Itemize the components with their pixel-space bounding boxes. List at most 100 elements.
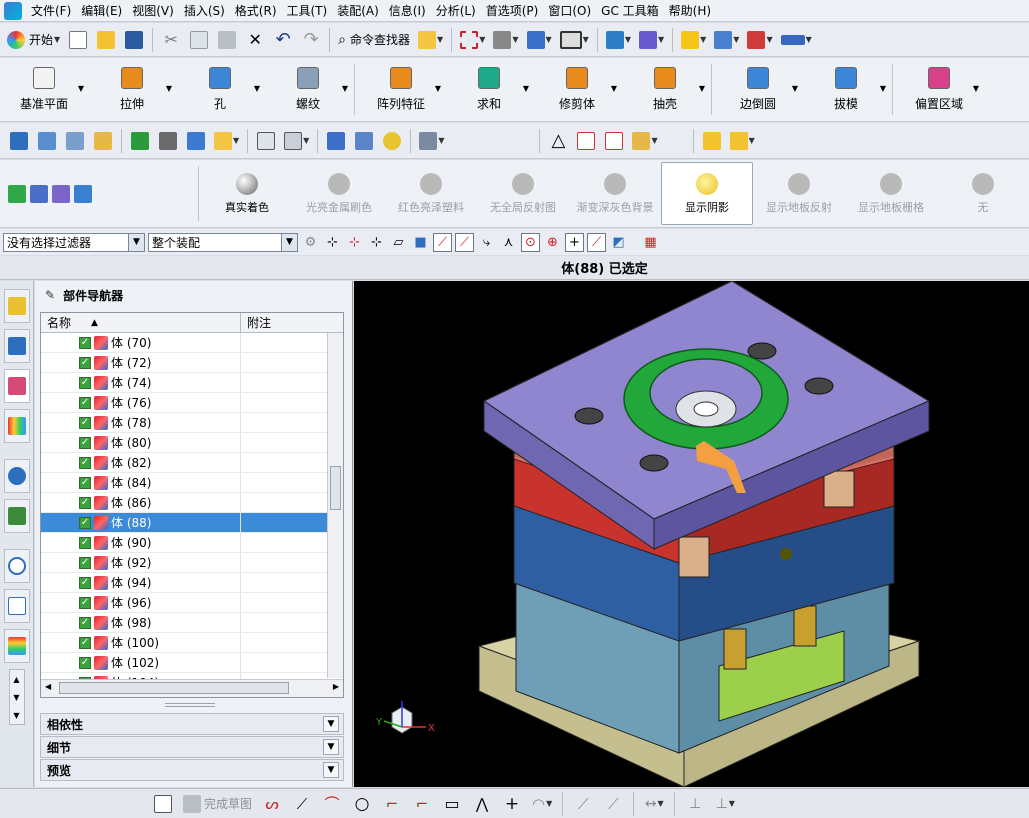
process-studio-tab[interactable] (3, 499, 30, 533)
menu-edit[interactable]: 编辑(E) (76, 0, 127, 22)
tool-b-button[interactable]: ▼ (711, 27, 742, 53)
polygon-button[interactable]: ⋀ (469, 791, 495, 817)
snap-existing[interactable]: + (565, 232, 584, 252)
feature-button-8[interactable]: 边倒圆 ▼ (714, 58, 802, 121)
snap-on-face[interactable]: ◩ (609, 233, 628, 252)
details-panel[interactable]: 细节 ▼ (40, 736, 344, 758)
menu-insert[interactable]: 插入(S) (179, 0, 230, 22)
web-browser-tab[interactable] (3, 459, 30, 493)
orient-view-button[interactable]: ▼ (524, 27, 555, 53)
tree-row[interactable]: ✓ 体 (76) (41, 393, 343, 413)
assembly-tool-3[interactable] (62, 128, 88, 154)
snap-on-curve[interactable]: ⟋ (587, 232, 606, 252)
menu-tools[interactable]: 工具(T) (282, 0, 333, 22)
hierarchy-icon[interactable] (30, 184, 48, 203)
scroll-right-icon[interactable]: ▶ (333, 682, 339, 691)
menu-assemblies[interactable]: 装配(A) (332, 0, 384, 22)
snap-midpoint[interactable]: ⟋ (455, 232, 474, 252)
tree-row[interactable]: ✓ 体 (86) (41, 493, 343, 513)
section-view-button[interactable]: ▼ (603, 27, 634, 53)
wcs-button[interactable]: ▼ (636, 27, 667, 53)
visibility-checkbox[interactable]: ✓ (79, 636, 91, 649)
finish-sketch-button[interactable]: 完成草图 (180, 791, 255, 817)
fillet-button[interactable]: ⌐ (379, 791, 405, 817)
assembly-tool-2[interactable] (34, 128, 60, 154)
shading-button-3[interactable]: 无全局反射图 (477, 160, 569, 227)
feature-button-7[interactable]: 抽壳 ▼ (621, 58, 709, 121)
graphics-window[interactable]: X Y (354, 281, 1029, 787)
preview-panel[interactable]: 预览 ▼ (40, 759, 344, 781)
history-tab[interactable] (3, 549, 30, 583)
measure-button[interactable]: ▼ (778, 27, 815, 53)
scroll-thumb[interactable] (59, 682, 289, 694)
trim-button[interactable]: ⟋ (570, 791, 596, 817)
shading-button-2[interactable]: 红色亮泽塑料 (385, 160, 477, 227)
system-materials-tab[interactable] (3, 589, 30, 623)
palette-tab[interactable] (3, 629, 30, 663)
dependencies-panel[interactable]: 相依性 ▼ (40, 713, 344, 735)
feature-button-5[interactable]: 求和 ▼ (445, 58, 533, 121)
navigator-vertical-scrollbar[interactable] (327, 333, 343, 678)
chamfer-button[interactable]: ⌐ (409, 791, 435, 817)
circle-button[interactable]: ○ (349, 791, 375, 817)
feature-button-9[interactable]: 拔模 ▼ (802, 58, 890, 121)
menu-preferences[interactable]: 首选项(P) (481, 0, 544, 22)
assembly-tool-1[interactable] (6, 128, 32, 154)
tree-row[interactable]: ✓ 体 (72) (41, 353, 343, 373)
feature-button-4[interactable]: 阵列特征 ▼ (357, 58, 445, 121)
scroll-left-icon[interactable]: ◀ (45, 682, 51, 691)
scroll-thumb[interactable] (330, 466, 341, 510)
tree-row[interactable]: ✓ 体 (92) (41, 553, 343, 573)
open-button[interactable] (93, 27, 119, 53)
line-button[interactable]: ⟋ (289, 791, 315, 817)
sketch-button[interactable] (150, 791, 176, 817)
cut-button[interactable]: ✂ (158, 27, 184, 53)
shading-button-8[interactable]: 无 (937, 160, 1029, 227)
rendering-style-button[interactable]: ▼ (490, 27, 521, 53)
splitter[interactable] (165, 703, 215, 707)
menu-window[interactable]: 窗口(O) (543, 0, 596, 22)
menu-file[interactable]: 文件(F) (26, 0, 76, 22)
select-tool-2[interactable]: ⊹ (345, 233, 364, 252)
navigator-horizontal-scrollbar[interactable]: ◀ ▶ (41, 679, 343, 697)
tree-row[interactable]: ✓ 体 (102) (41, 653, 343, 673)
snap-grid[interactable]: ▦ (641, 233, 660, 252)
type-filter-select[interactable]: 没有选择过滤器 ▼ (3, 232, 145, 252)
assembly-tool-11[interactable] (323, 128, 349, 154)
feature-button-6[interactable]: 修剪体 ▼ (533, 58, 621, 121)
select-tool-3[interactable]: ⊹ (367, 233, 386, 252)
tree-row[interactable]: ✓ 体 (70) (41, 333, 343, 353)
navigator-pin-icon[interactable]: ✎ (45, 288, 55, 302)
start-button[interactable]: 开始 ▼ (4, 27, 63, 53)
select-tool-1[interactable]: ⊹ (323, 233, 342, 252)
shading-button-0[interactable]: 真实着色 (201, 160, 293, 227)
snap-quadrant[interactable]: ⊕ (543, 233, 562, 252)
triangle-button[interactable]: △ (545, 128, 571, 154)
scope-select[interactable]: 整个装配 ▼ (148, 232, 298, 252)
assembly-tool-10[interactable]: ▼ (281, 128, 312, 154)
feature-button-0[interactable]: 基准平面 ▼ (0, 58, 88, 121)
coins-2-button[interactable]: ▼ (727, 128, 758, 154)
dimension-button[interactable]: ↔ ▼ (641, 791, 667, 817)
reuse-library-tab[interactable] (3, 409, 30, 443)
column-name-header[interactable]: 名称 ▲ (41, 313, 241, 332)
delete-button[interactable]: ✕ (242, 27, 268, 53)
visibility-checkbox[interactable]: ✓ (79, 376, 91, 389)
select-tool-4[interactable]: ▱ (389, 233, 408, 252)
visibility-checkbox[interactable]: ✓ (79, 516, 91, 529)
feature-button-3[interactable]: 螺纹 ▼ (264, 58, 352, 121)
visibility-checkbox[interactable]: ✓ (79, 396, 91, 409)
column-note-header[interactable]: 附注 (241, 313, 343, 332)
menu-format[interactable]: 格式(R) (230, 0, 282, 22)
axis-triad-icon[interactable] (74, 184, 92, 203)
extend-button[interactable]: ⟋ (600, 791, 626, 817)
feature-button-1[interactable]: 拉伸 ▼ (88, 58, 176, 121)
visibility-checkbox[interactable]: ✓ (79, 336, 91, 349)
tree-row[interactable]: ✓ 体 (78) (41, 413, 343, 433)
visibility-checkbox[interactable]: ✓ (79, 476, 91, 489)
arc-button[interactable]: ⌒ (319, 791, 345, 817)
part-navigator-tab[interactable] (3, 369, 30, 403)
shading-button-7[interactable]: 显示地板栅格 (845, 160, 937, 227)
tree-row[interactable]: ✓ 体 (84) (41, 473, 343, 493)
tool-c-button[interactable]: ▼ (744, 27, 775, 53)
